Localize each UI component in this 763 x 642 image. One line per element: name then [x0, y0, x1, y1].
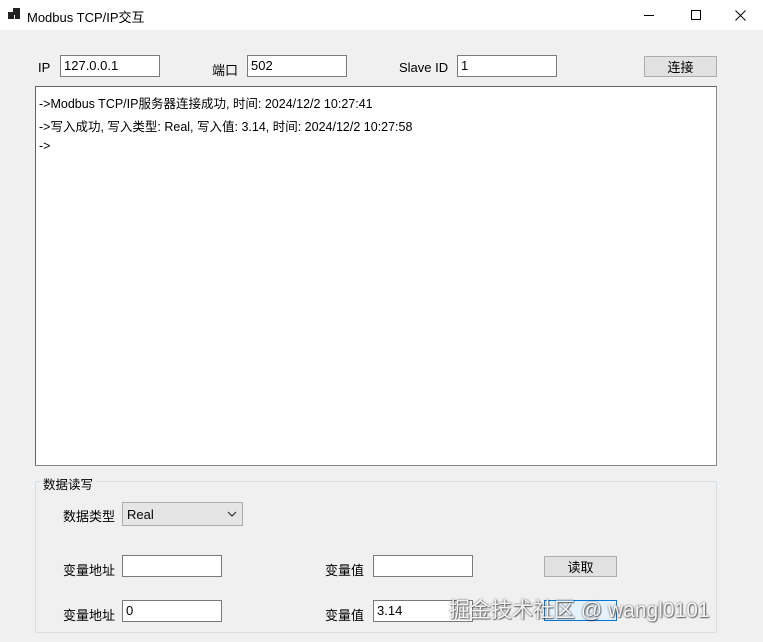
maximize-button[interactable]	[673, 0, 719, 30]
title-bar[interactable]: Modbus TCP/IP交互	[0, 0, 763, 30]
connect-button[interactable]: 连接	[644, 56, 717, 77]
minimize-button[interactable]	[626, 0, 672, 30]
log-line: ->Modbus TCP/IP服务器连接成功, 时间: 2024/12/2 10…	[39, 97, 373, 111]
port-label: 端口	[212, 63, 239, 78]
app-window-icon	[8, 8, 20, 20]
read-address-label: 变量地址	[63, 563, 116, 578]
maximize-icon	[691, 10, 701, 20]
log-textbox[interactable]: ->Modbus TCP/IP服务器连接成功, 时间: 2024/12/2 10…	[35, 86, 717, 466]
minimize-icon	[644, 15, 654, 16]
write-address-label: 变量地址	[63, 608, 116, 623]
data-type-label: 数据类型	[63, 509, 116, 524]
log-line: ->写入成功, 写入类型: Real, 写入值: 3.14, 时间: 2024/…	[39, 120, 413, 134]
data-type-dropdown[interactable]: Real	[122, 502, 243, 526]
chevron-down-icon	[227, 511, 237, 517]
write-value-label: 变量值	[325, 608, 365, 623]
log-line: ->	[39, 139, 51, 153]
close-button[interactable]	[717, 0, 763, 30]
read-value-input[interactable]	[373, 555, 473, 577]
ip-label: IP	[38, 60, 51, 75]
read-value-label: 变量值	[325, 563, 365, 578]
write-address-input[interactable]: 0	[122, 600, 222, 622]
data-type-selected: Real	[127, 507, 154, 522]
read-address-input[interactable]	[122, 555, 222, 577]
port-input[interactable]: 502	[247, 55, 347, 77]
ip-input[interactable]: 127.0.0.1	[60, 55, 160, 77]
slave-id-label: Slave ID	[399, 60, 449, 75]
window-title: Modbus TCP/IP交互	[27, 10, 145, 25]
data-rw-group-title: 数据读写	[40, 474, 97, 493]
close-icon	[734, 9, 746, 21]
watermark-text: 掘金技术社区 @ wangl0101	[449, 599, 710, 622]
read-button[interactable]: 读取	[544, 556, 617, 577]
slave-id-input[interactable]: 1	[457, 55, 557, 77]
